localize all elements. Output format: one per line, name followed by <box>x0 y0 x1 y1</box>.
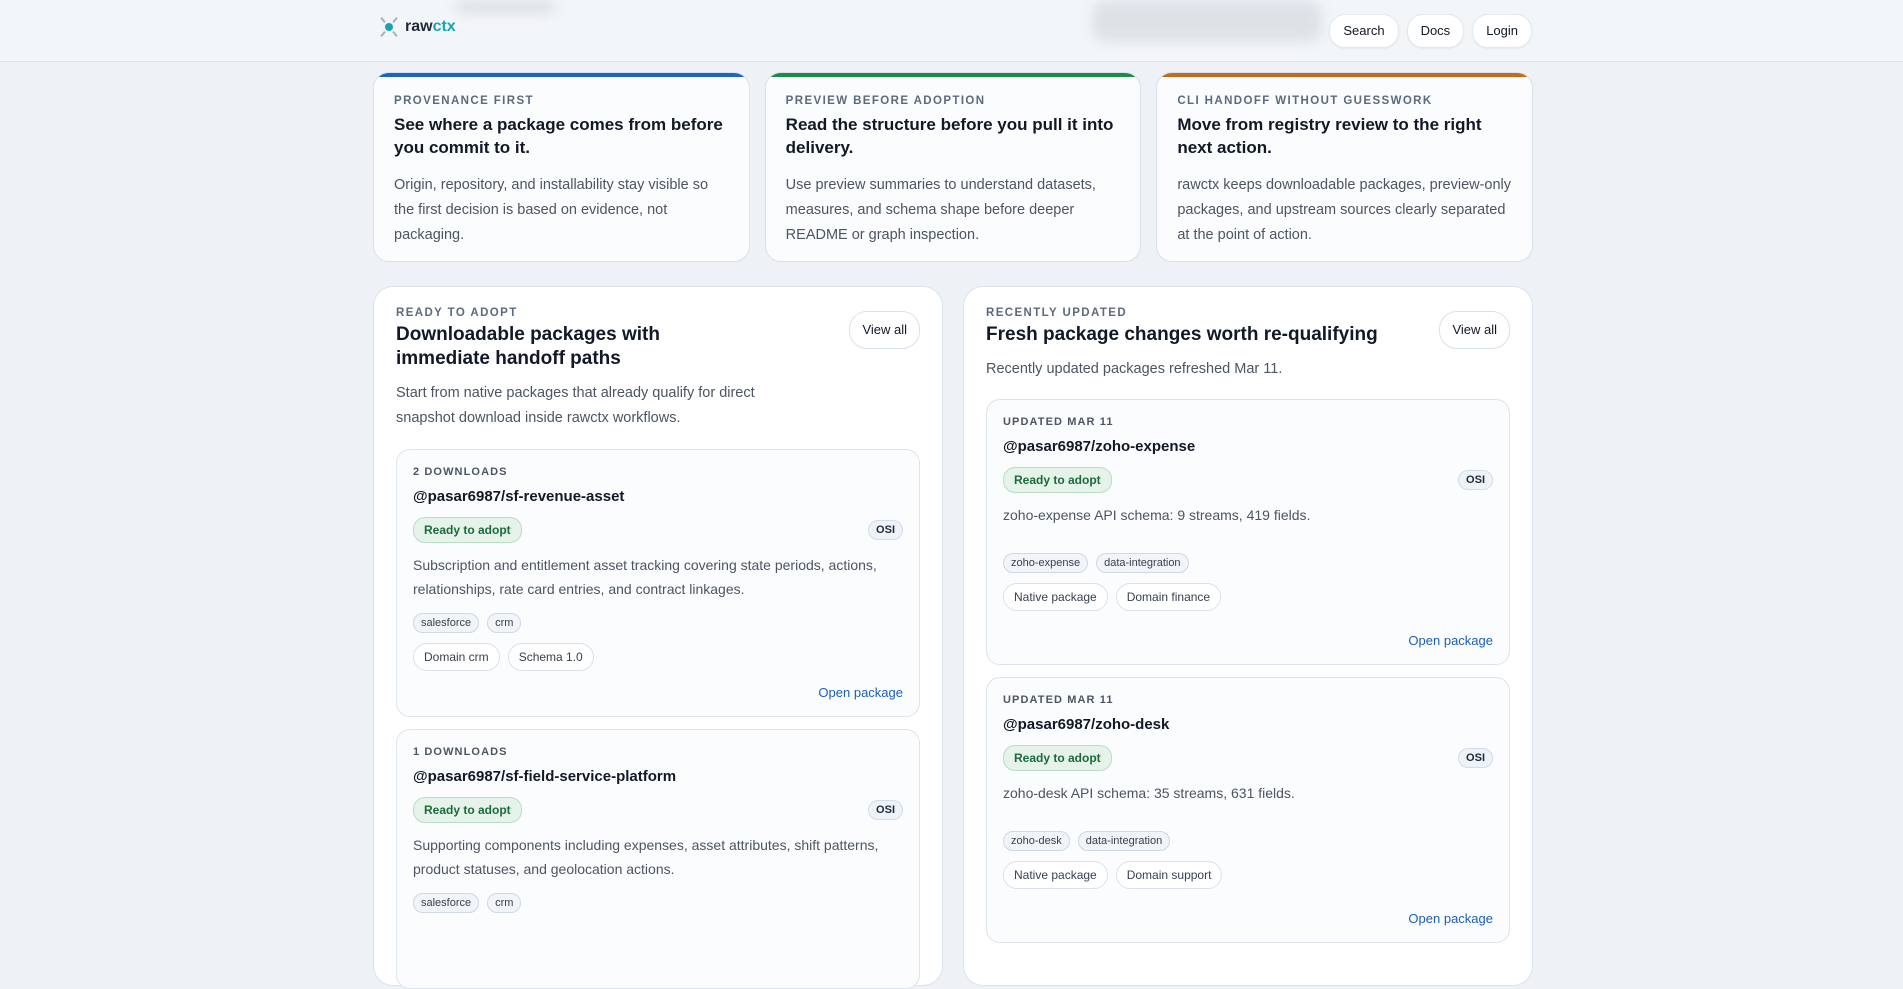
open-package-link[interactable]: Open package <box>818 685 903 700</box>
feature-cards: PROVENANCE FIRST See where a package com… <box>373 72 1534 262</box>
logo-text: rawctx <box>405 18 456 35</box>
feature-title: See where a package comes from before yo… <box>394 115 723 157</box>
feature-title: Read the structure before you pull it in… <box>785 115 1114 157</box>
top-nav: Search Docs Login <box>1329 14 1532 48</box>
feature-card-provenance: PROVENANCE FIRST See where a package com… <box>373 72 750 262</box>
license-badge: OSI <box>868 800 903 820</box>
feature-text: Origin, repository, and installability s… <box>394 177 709 243</box>
package-name[interactable]: @pasar6987/zoho-desk <box>1003 716 1493 733</box>
package-type-pill: Native package <box>1003 861 1108 889</box>
package-name[interactable]: @pasar6987/zoho-expense <box>1003 438 1493 455</box>
docs-button[interactable]: Docs <box>1406 14 1465 48</box>
package-description: zoho-desk API schema: 35 streams, 631 fi… <box>1003 785 1295 801</box>
panel-eyebrow: RECENTLY UPDATED <box>986 307 1128 319</box>
download-count: 2 DOWNLOADS <box>413 466 508 478</box>
ready-to-adopt-panel: READY TO ADOPT Downloadable packages wit… <box>373 286 943 989</box>
license-badge: OSI <box>1458 470 1493 490</box>
feature-card-preview: PREVIEW BEFORE ADOPTION Read the structu… <box>764 72 1142 262</box>
view-all-button[interactable]: View all <box>1439 311 1510 349</box>
package-description: Subscription and entitlement asset track… <box>413 557 877 597</box>
tag[interactable]: crm <box>487 613 522 633</box>
tag[interactable]: salesforce <box>413 893 480 913</box>
view-all-button[interactable]: View all <box>849 311 920 349</box>
feature-title: Move from registry review to the right n… <box>1177 115 1482 157</box>
schema-pill: Schema 1.0 <box>507 643 594 671</box>
open-package-link[interactable]: Open package <box>1408 633 1493 648</box>
feature-eyebrow: PROVENANCE FIRST <box>394 95 534 107</box>
login-button[interactable]: Login <box>1472 14 1532 48</box>
tag[interactable]: salesforce <box>413 613 480 633</box>
logo[interactable]: rawctx <box>379 17 456 37</box>
tag[interactable]: data-integration <box>1077 831 1171 851</box>
accent-bar <box>1157 73 1533 77</box>
panel-title: Fresh package changes worth re-qualifyin… <box>986 324 1378 345</box>
package-card[interactable]: UPDATED MAR 11 @pasar6987/zoho-desk Read… <box>986 677 1510 943</box>
domain-pill: Domain crm <box>413 643 500 671</box>
background-blur <box>455 0 555 14</box>
open-package-link[interactable]: Open package <box>1408 911 1493 926</box>
package-name[interactable]: @pasar6987/sf-revenue-asset <box>413 488 903 505</box>
updated-date: UPDATED MAR 11 <box>1003 416 1114 428</box>
package-description: zoho-expense API schema: 9 streams, 419 … <box>1003 507 1311 523</box>
accent-bar <box>374 73 749 77</box>
feature-eyebrow: PREVIEW BEFORE ADOPTION <box>785 95 986 107</box>
status-badge: Ready to adopt <box>1003 745 1112 771</box>
package-name[interactable]: @pasar6987/sf-field-service-platform <box>413 768 903 785</box>
tag[interactable]: crm <box>487 893 522 913</box>
accent-bar <box>765 73 1141 77</box>
domain-pill: Domain support <box>1115 861 1223 889</box>
updated-date: UPDATED MAR 11 <box>1003 694 1114 706</box>
package-card[interactable]: 1 DOWNLOADS @pasar6987/sf-field-service-… <box>396 729 920 989</box>
license-badge: OSI <box>1458 748 1493 768</box>
panel-title: Downloadable packages with immediate han… <box>396 324 660 369</box>
status-badge: Ready to adopt <box>413 797 522 823</box>
top-bar: rawctx Search Docs Login <box>0 0 1903 62</box>
download-count: 1 DOWNLOADS <box>413 746 508 758</box>
panel-subtitle: Start from native packages that already … <box>396 385 755 426</box>
logo-icon <box>379 17 399 37</box>
feature-eyebrow: CLI HANDOFF WITHOUT GUESSWORK <box>1177 95 1433 107</box>
background-blur <box>1092 0 1322 42</box>
tag[interactable]: data-integration <box>1096 553 1189 573</box>
tag[interactable]: zoho-expense <box>1003 553 1089 573</box>
license-badge: OSI <box>868 520 903 540</box>
feature-text: rawctx keeps downloadable packages, prev… <box>1177 177 1512 243</box>
status-badge: Ready to adopt <box>1003 467 1112 493</box>
feature-card-cli-handoff: CLI HANDOFF WITHOUT GUESSWORK Move from … <box>1156 72 1534 262</box>
panel-eyebrow: READY TO ADOPT <box>396 307 518 319</box>
domain-pill: Domain finance <box>1115 583 1222 611</box>
status-badge: Ready to adopt <box>413 517 522 543</box>
panel-subtitle: Recently updated packages refreshed Mar … <box>986 361 1283 377</box>
recently-updated-panel: RECENTLY UPDATED Fresh package changes w… <box>963 286 1533 986</box>
package-card[interactable]: UPDATED MAR 11 @pasar6987/zoho-expense R… <box>986 399 1510 665</box>
feature-text: Use preview summaries to understand data… <box>785 177 1096 243</box>
search-button[interactable]: Search <box>1329 14 1399 48</box>
package-card[interactable]: 2 DOWNLOADS @pasar6987/sf-revenue-asset … <box>396 449 920 717</box>
package-description: Supporting components including expenses… <box>413 837 879 877</box>
tag[interactable]: zoho-desk <box>1003 831 1070 851</box>
package-type-pill: Native package <box>1003 583 1108 611</box>
